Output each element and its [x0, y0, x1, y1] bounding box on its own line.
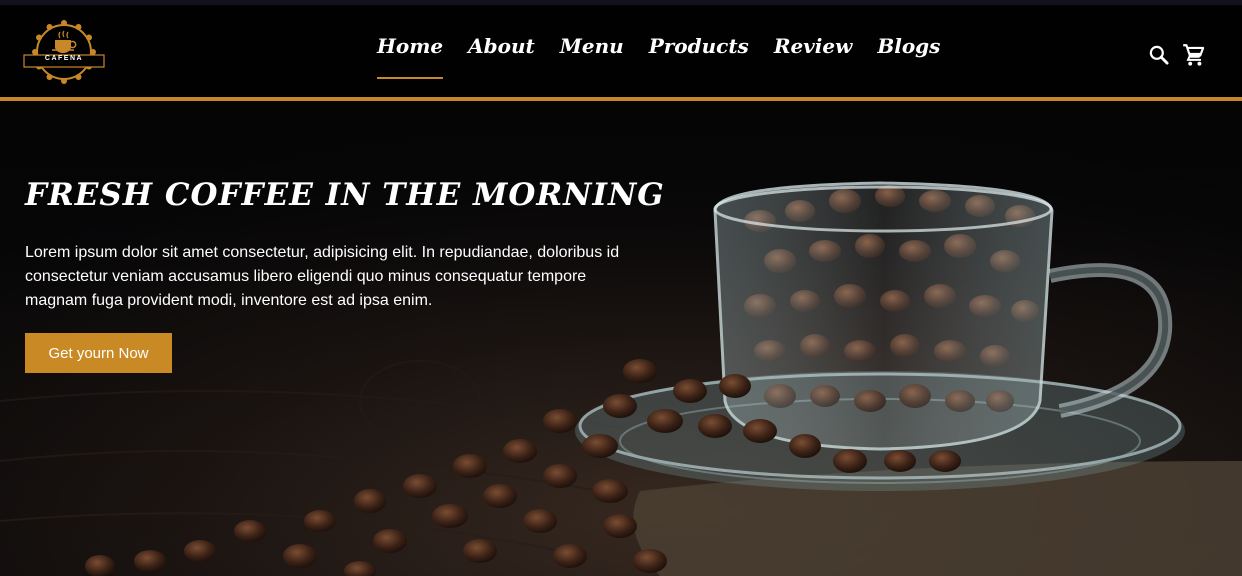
hero-description: Lorem ipsum dolor sit amet consectetur, …	[25, 244, 620, 309]
main-nav: Home About Menu Products Review Blogs	[377, 31, 965, 79]
cafena-logo[interactable]: CAFENA	[22, 19, 106, 85]
nav-blogs[interactable]: Blogs	[877, 31, 940, 71]
site-header: CAFENA Home About Menu Products Review B…	[0, 5, 1242, 97]
cart-icon[interactable]	[1181, 42, 1207, 68]
search-icon[interactable]	[1146, 42, 1172, 68]
nav-about[interactable]: About	[468, 31, 535, 71]
nav-products[interactable]: Products	[649, 31, 749, 71]
hero-title: FRESH COFFEE IN THE MORNING	[25, 177, 665, 213]
nav-review[interactable]: Review	[774, 31, 853, 71]
logo-text: CAFENA	[44, 55, 84, 62]
nav-menu[interactable]: Menu	[560, 31, 624, 71]
hero-section: FRESH COFFEE IN THE MORNING Lorem ipsum …	[0, 101, 1242, 576]
get-yours-now-button[interactable]: Get yourn Now	[25, 333, 172, 373]
hero-coffee-image	[0, 101, 1242, 576]
nav-home[interactable]: Home	[377, 31, 444, 79]
